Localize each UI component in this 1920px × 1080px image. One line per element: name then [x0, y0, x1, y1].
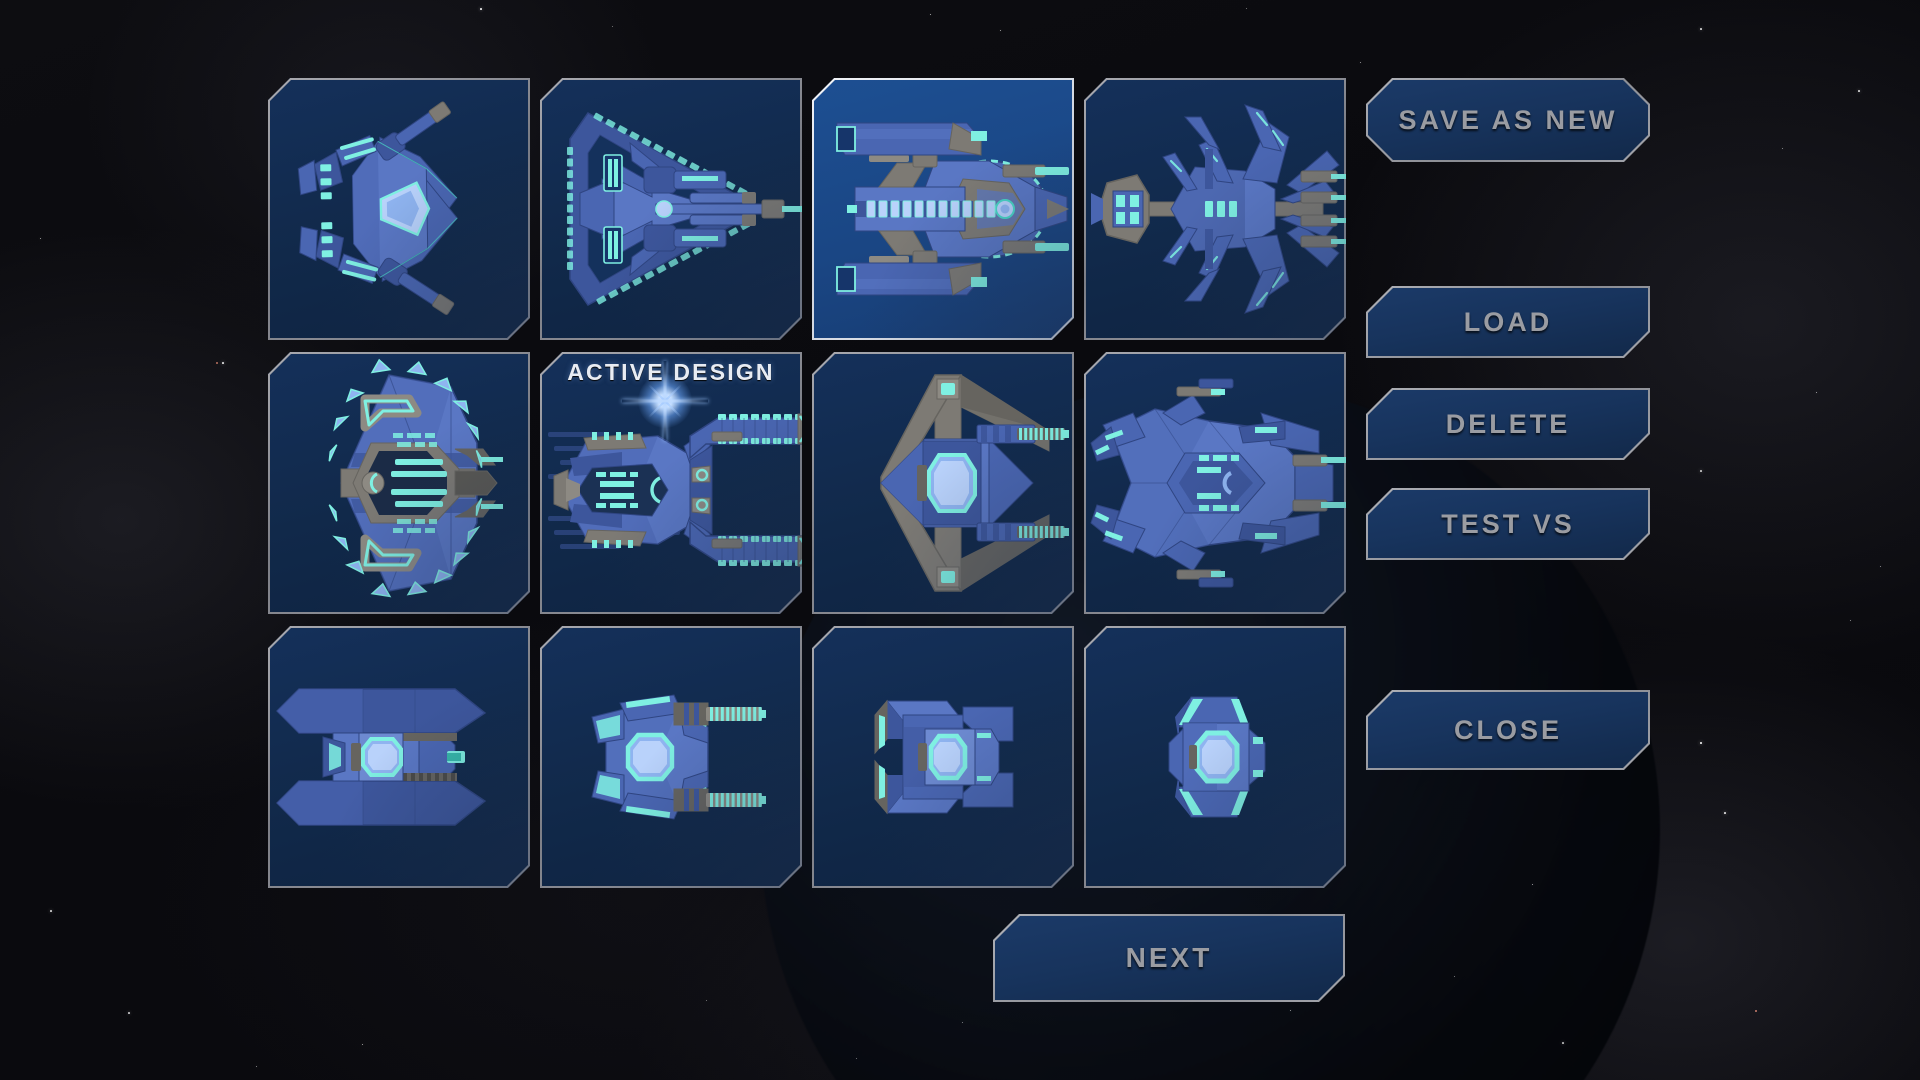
star	[1724, 812, 1726, 814]
save-as-new-button[interactable]: SAVE AS NEW	[1366, 78, 1650, 162]
star	[1700, 28, 1702, 30]
next-button[interactable]: NEXT	[993, 914, 1345, 1002]
active-design-sparkle	[664, 400, 666, 402]
load-button[interactable]: LOAD	[1366, 286, 1650, 358]
delete-button[interactable]: DELETE	[1366, 388, 1650, 460]
delete-label: DELETE	[1445, 408, 1571, 439]
ship-design-tile-2[interactable]	[540, 78, 802, 340]
next-label: NEXT	[1125, 942, 1213, 973]
star	[128, 1012, 130, 1014]
ship-design-tile-9[interactable]	[268, 626, 530, 888]
ship-thumbnail-spiked-spine-frigate	[1084, 78, 1346, 340]
ship-design-tile-11[interactable]	[812, 626, 1074, 888]
star	[480, 8, 482, 10]
ship-design-tile-1[interactable]	[268, 78, 530, 340]
ship-thumbnail-twin-hull-catamaran	[268, 626, 530, 888]
ship-thumbnail-jagged-wing-cruiser	[1084, 352, 1346, 614]
ship-thumbnail-arrowhead-turret-cruiser	[268, 78, 530, 340]
ship-thumbnail-triangle-wedge-carrier	[540, 78, 802, 340]
ship-thumbnail-blocky-shuttle	[812, 626, 1074, 888]
star	[1858, 90, 1860, 92]
star	[1700, 470, 1702, 472]
save-as-new-label: SAVE AS NEW	[1398, 104, 1618, 135]
ship-thumbnail-manta-delta-destroyer	[268, 352, 530, 614]
ship-thumbnail-long-spine-battleship	[812, 78, 1074, 340]
ship-design-tile-5[interactable]	[268, 352, 530, 614]
star	[1700, 742, 1702, 744]
star	[1562, 1042, 1564, 1044]
ship-design-tile-8[interactable]	[1084, 352, 1346, 614]
ship-design-tile-4[interactable]	[1084, 78, 1346, 340]
close-button[interactable]: CLOSE	[1366, 690, 1650, 770]
ship-thumbnail-compact-interceptor	[1084, 626, 1346, 888]
ship-design-tile-3[interactable]	[812, 78, 1074, 340]
close-label: CLOSE	[1453, 714, 1562, 745]
star-red	[216, 362, 218, 364]
star	[50, 910, 52, 912]
ship-design-tile-7[interactable]	[812, 352, 1074, 614]
ship-design-tile-12[interactable]	[1084, 626, 1346, 888]
ship-design-tile-10[interactable]	[540, 626, 802, 888]
test-vs-label: TEST VS	[1441, 508, 1575, 539]
ship-thumbnail-open-claw-gunship	[812, 352, 1074, 614]
ship-thumbnail-dual-railgun-scout	[540, 626, 802, 888]
star-red	[1755, 1010, 1757, 1012]
ship-design-tile-6[interactable]: ACTIVE DESIGN	[540, 352, 802, 614]
star	[222, 362, 224, 364]
active-design-label: ACTIVE DESIGN	[567, 359, 775, 385]
test-vs-button[interactable]: TEST VS	[1366, 488, 1650, 560]
load-label: LOAD	[1463, 306, 1553, 337]
